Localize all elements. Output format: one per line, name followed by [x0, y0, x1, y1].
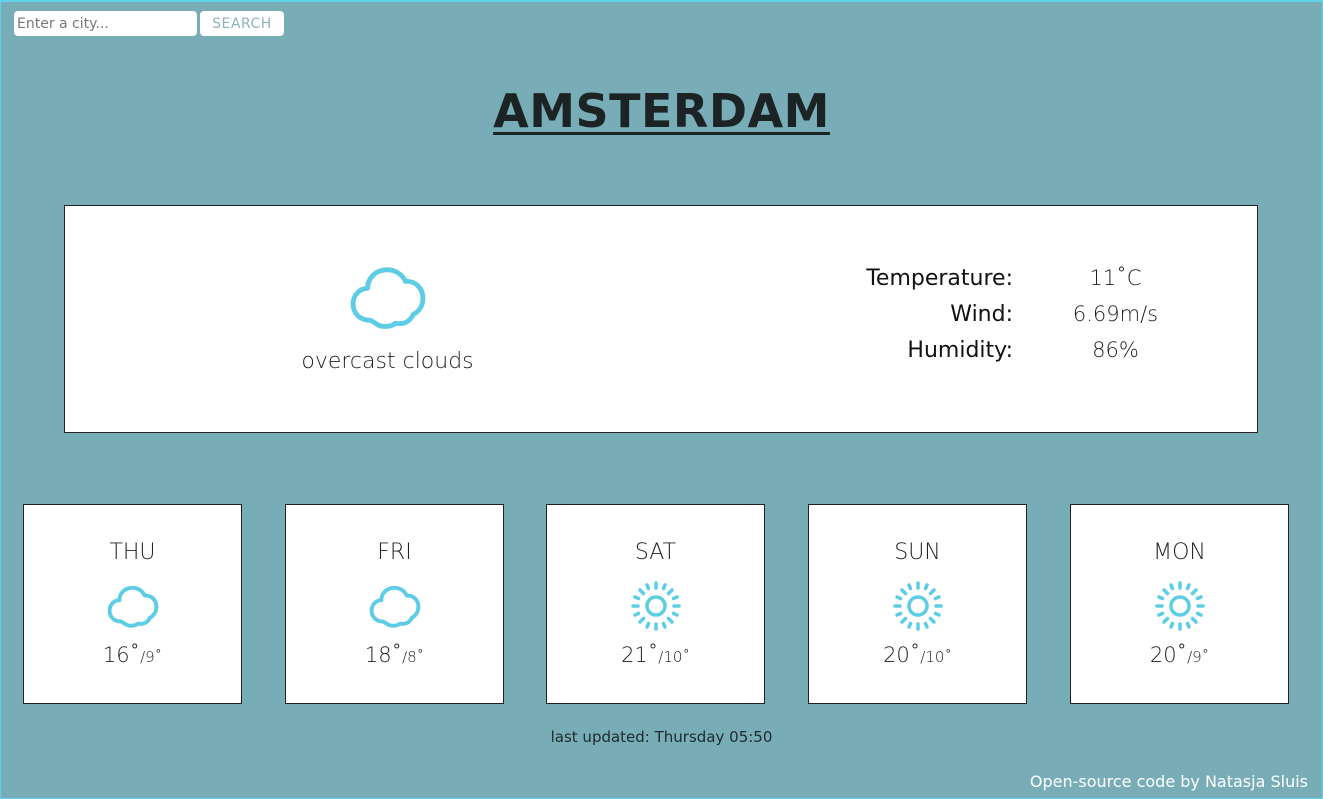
temp-high: 20˚ — [1149, 643, 1188, 667]
forecast-temperature: 20˚/10˚ — [809, 643, 1026, 667]
temp-low: /8˚ — [402, 648, 425, 666]
forecast-card: SAT 21˚/10˚ — [546, 504, 765, 704]
sun-icon — [1154, 581, 1205, 631]
temp-high: 21˚ — [621, 643, 659, 667]
forecast-temperature: 16˚/9˚ — [24, 643, 241, 667]
forecast-day: SAT — [634, 540, 677, 565]
forecast-day: SUN — [894, 540, 941, 565]
temp-high: 20˚ — [883, 643, 921, 667]
stat-label: Humidity: — [907, 337, 1013, 363]
forecast-day: THU — [109, 540, 156, 565]
stat-label: Wind: — [950, 301, 1013, 327]
current-weather-card: overcast clouds Temperature: 11˚C Wind: … — [64, 205, 1258, 433]
cloud-icon — [369, 585, 420, 628]
search-bar: SEARCH — [14, 11, 284, 36]
search-button[interactable]: SEARCH — [200, 11, 284, 36]
stat-label: Temperature: — [866, 265, 1013, 291]
forecast-day: FRI — [377, 540, 412, 565]
last-updated-text: last updated: Thursday 05:50 — [550, 728, 773, 746]
sun-icon — [630, 581, 681, 631]
temp-low: /10˚ — [658, 648, 690, 666]
city-search-input[interactable] — [14, 11, 197, 36]
temp-high: 16˚ — [102, 643, 141, 667]
forecast-card: SUN 20˚/10˚ — [808, 504, 1027, 704]
stat-humidity: Humidity: 86% — [825, 332, 1218, 368]
forecast-card: MON 20˚/9˚ — [1070, 504, 1289, 704]
cloud-icon — [350, 267, 426, 329]
weather-description: overcast clouds — [301, 349, 474, 374]
temp-low: /9˚ — [140, 648, 163, 666]
stat-value: 11˚C — [1089, 266, 1142, 290]
credit-link[interactable]: Open-source code by Natasja Sluis — [1030, 772, 1308, 791]
forecast-day: MON — [1153, 540, 1206, 565]
stat-value: 6.69m/s — [1072, 302, 1159, 326]
sun-icon — [892, 581, 943, 631]
cloud-icon — [107, 585, 158, 628]
stat-temperature: Temperature: 11˚C — [825, 260, 1218, 296]
forecast-temperature: 20˚/9˚ — [1071, 643, 1288, 667]
temp-low: /10˚ — [920, 648, 952, 666]
forecast-temperature: 21˚/10˚ — [547, 643, 764, 667]
forecast-card: THU 16˚/9˚ — [23, 504, 242, 704]
forecast-temperature: 18˚/8˚ — [286, 643, 503, 667]
stat-value: 86% — [1092, 338, 1139, 362]
forecast-card: FRI 18˚/8˚ — [285, 504, 504, 704]
temp-high: 18˚ — [364, 643, 403, 667]
stat-wind: Wind: 6.69m/s — [825, 296, 1218, 332]
city-title: AMSTERDAM — [493, 84, 830, 138]
temp-low: /9˚ — [1187, 648, 1210, 666]
weather-stats: Temperature: 11˚C Wind: 6.69m/s Humidity… — [825, 260, 1218, 368]
